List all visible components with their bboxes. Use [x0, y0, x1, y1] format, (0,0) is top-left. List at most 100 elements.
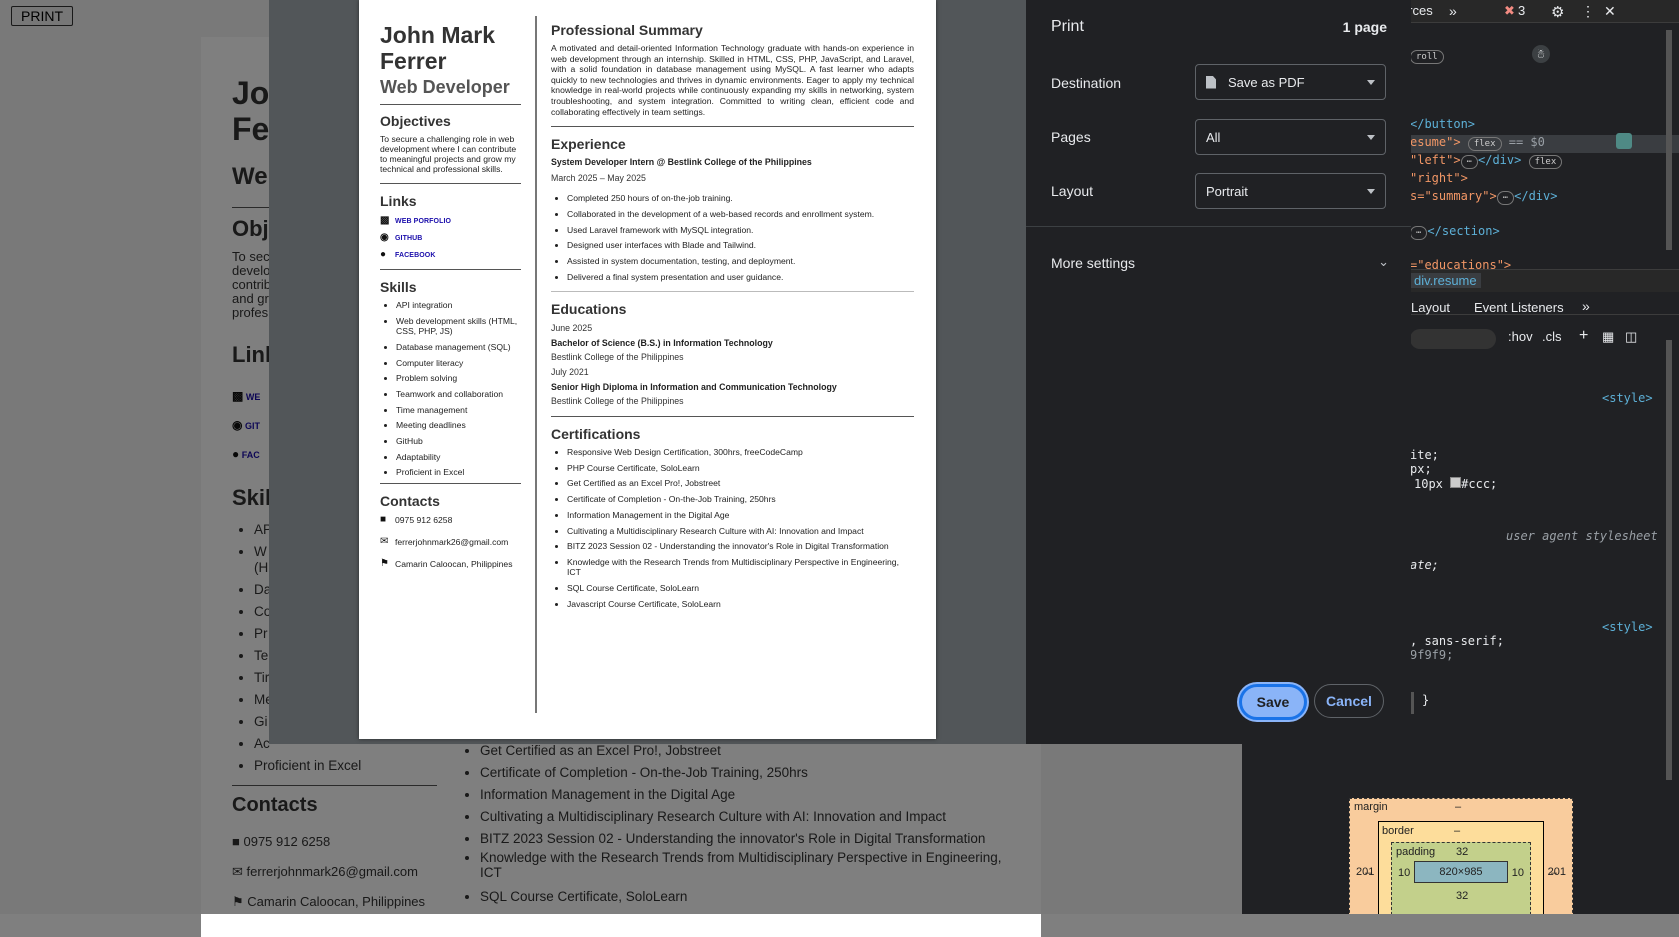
list-item: Meeting deadlines — [396, 420, 521, 430]
github-icon: ◉ — [380, 232, 389, 243]
list-item: Problem solving — [396, 373, 521, 383]
link-facebook[interactable]: ● FACEBOOK — [380, 250, 521, 260]
css-property[interactable]: px; — [1410, 462, 1432, 476]
list-item: PHP Course Certificate, SoloLearn — [567, 463, 914, 473]
job-title: System Developer Intern @ Bestlink Colle… — [551, 157, 812, 168]
page-count: 1 page — [1342, 19, 1387, 35]
chevron-down-icon — [1367, 80, 1375, 85]
style-source-link[interactable]: <style> — [1602, 391, 1653, 405]
box-model-border: border – – – padding 32 10 10 32 820×985 — [1365, 821, 1557, 914]
certifications-heading: Certifications — [551, 426, 641, 443]
color-swatch-icon[interactable] — [1450, 477, 1462, 488]
phone-icon: ■ — [380, 514, 387, 526]
settings-gear-icon[interactable]: ⚙ — [1551, 3, 1564, 21]
list-item: Responsive Web Design Certification, 300… — [567, 447, 914, 457]
destination-select[interactable]: Save as PDF — [1195, 64, 1386, 100]
educations-heading: Educations — [551, 301, 627, 318]
edu-degree: Senior High Diploma in Information and C… — [551, 382, 837, 393]
objectives-heading: Objectives — [380, 113, 451, 129]
resume-right-column: Professional Summary A motivated and det… — [551, 20, 914, 615]
tab-event-listeners[interactable]: Event Listeners — [1474, 300, 1564, 315]
close-icon[interactable]: ✕ — [1604, 3, 1616, 20]
accessibility-icon[interactable]: ☃ — [1532, 45, 1550, 63]
styles-filter-input[interactable] — [1410, 329, 1496, 349]
breadcrumb[interactable]: div.resume — [1410, 273, 1481, 288]
new-rule-icon[interactable]: + — [1579, 327, 1588, 345]
error-count: 3 — [1518, 3, 1526, 18]
list-item: Information Management in the Digital Ag… — [567, 510, 914, 520]
summary-heading: Professional Summary — [551, 22, 703, 38]
print-preview-area: John Mark Ferrer Web Developer Objective… — [269, 0, 1026, 744]
user-agent-label: user agent stylesheet — [1506, 529, 1658, 543]
inspect-element-icon[interactable] — [1616, 133, 1632, 149]
css-property[interactable]: 10px #ccc; — [1414, 477, 1497, 491]
document-icon — [1206, 75, 1216, 89]
css-property[interactable]: , sans-serif; — [1410, 634, 1504, 648]
css-property[interactable]: 9f9f9; — [1410, 648, 1453, 662]
scrollbar-thumb[interactable] — [1666, 30, 1672, 250]
list-item: Javascript Course Certificate, SoloLearn — [567, 599, 914, 609]
list-item: Certificate of Completion - On-the-Job T… — [567, 494, 914, 504]
pages-select[interactable]: All — [1195, 119, 1386, 155]
contact-email: ✉ ferrerjohnmark26@gmail.com — [380, 536, 509, 548]
layout-select[interactable]: Portrait — [1195, 173, 1386, 209]
scrollbar-thumb[interactable] — [1666, 340, 1672, 780]
more-tabs-icon[interactable]: » — [1449, 3, 1457, 19]
more-tabs-icon[interactable]: » — [1582, 298, 1590, 314]
dom-line-selected[interactable]: esume"> flex == $0 — [1410, 135, 1679, 153]
skills-list: API integration Web development skills (… — [380, 300, 521, 478]
tab-layout[interactable]: Layout — [1411, 300, 1450, 315]
computed-styles-icon[interactable]: ▦ — [1602, 329, 1614, 345]
dom-line[interactable]: </button> — [1410, 117, 1475, 131]
signpost-icon: ⚑ — [380, 558, 389, 570]
error-icon[interactable]: ✖ — [1504, 3, 1515, 19]
list-item: Delivered a final system presentation an… — [567, 272, 914, 282]
list-item: Completed 250 hours of on-the-job traini… — [567, 193, 914, 203]
dom-line[interactable]: s="summary"> ⋯ </div> — [1410, 189, 1557, 205]
resume-name: John Mark Ferrer — [380, 22, 496, 74]
list-item: Teamwork and collaboration — [396, 389, 521, 399]
save-button[interactable]: Save — [1239, 684, 1307, 720]
css-brace: } — [1422, 693, 1430, 707]
links-heading: Links — [380, 193, 417, 209]
print-settings-panel: Print 1 page Destination Save as PDF Pag… — [1026, 0, 1411, 744]
job-dates: March 2025 – May 2025 — [551, 173, 646, 184]
experience-heading: Experience — [551, 136, 626, 153]
cls-toggle[interactable]: .cls — [1542, 329, 1562, 344]
mail-icon: ✉ — [380, 536, 389, 548]
style-source-link[interactable]: <style> — [1602, 620, 1653, 634]
chevron-down-icon[interactable]: ⌄ — [1378, 254, 1389, 270]
list-item: Database management (SQL) — [396, 342, 521, 352]
edu-date: June 2025 — [551, 323, 593, 334]
objectives-text: To secure a challenging role in web deve… — [380, 134, 517, 174]
divider — [1026, 226, 1411, 227]
sidebar-toggle-icon[interactable]: ◫ — [1625, 329, 1637, 345]
list-item: Get Certified as an Excel Pro!, Jobstree… — [567, 478, 914, 488]
facebook-icon: ● — [380, 249, 387, 260]
list-item: Adaptability — [396, 452, 521, 462]
link-web-portfolio[interactable]: ▩ WEB PORFOLIO — [380, 216, 521, 226]
contacts-heading: Contacts — [380, 493, 440, 510]
job-list: Completed 250 hours of on-the-job traini… — [551, 193, 914, 282]
list-item: Proficient in Excel — [396, 467, 521, 477]
hov-toggle[interactable]: :hov — [1508, 329, 1533, 344]
box-model-padding: padding 32 10 10 32 820×985 — [1391, 842, 1531, 914]
box-model-margin-label: margin — [1354, 801, 1388, 813]
list-item: Used Laravel framework with MySQL integr… — [567, 225, 914, 235]
list-item: GitHub — [396, 436, 521, 446]
contact-phone: ■ 0975 912 6258 — [380, 514, 453, 526]
dom-line[interactable]: "left"> ⋯ </div> flex — [1410, 153, 1563, 169]
dom-line[interactable]: roll — [1410, 48, 1444, 64]
cancel-button[interactable]: Cancel — [1314, 684, 1384, 718]
dom-line[interactable]: ⋯ </section> — [1410, 224, 1500, 240]
edu-date: July 2021 — [551, 367, 589, 378]
css-property[interactable]: ite; — [1410, 448, 1439, 462]
list-item: Assisted in system documentation, testin… — [567, 256, 914, 266]
contact-address: ⚑ Camarin Caloocan, Philippines — [380, 558, 513, 570]
dom-line[interactable]: "right"> — [1410, 171, 1468, 185]
edu-school: Bestlink College of the Philippines — [551, 396, 684, 407]
more-settings-toggle[interactable]: More settings — [1051, 255, 1135, 271]
kebab-menu-icon[interactable]: ⋮ — [1581, 3, 1595, 20]
link-github[interactable]: ◉ GITHUB — [380, 233, 521, 243]
box-model-content: 820×985 — [1414, 861, 1508, 883]
